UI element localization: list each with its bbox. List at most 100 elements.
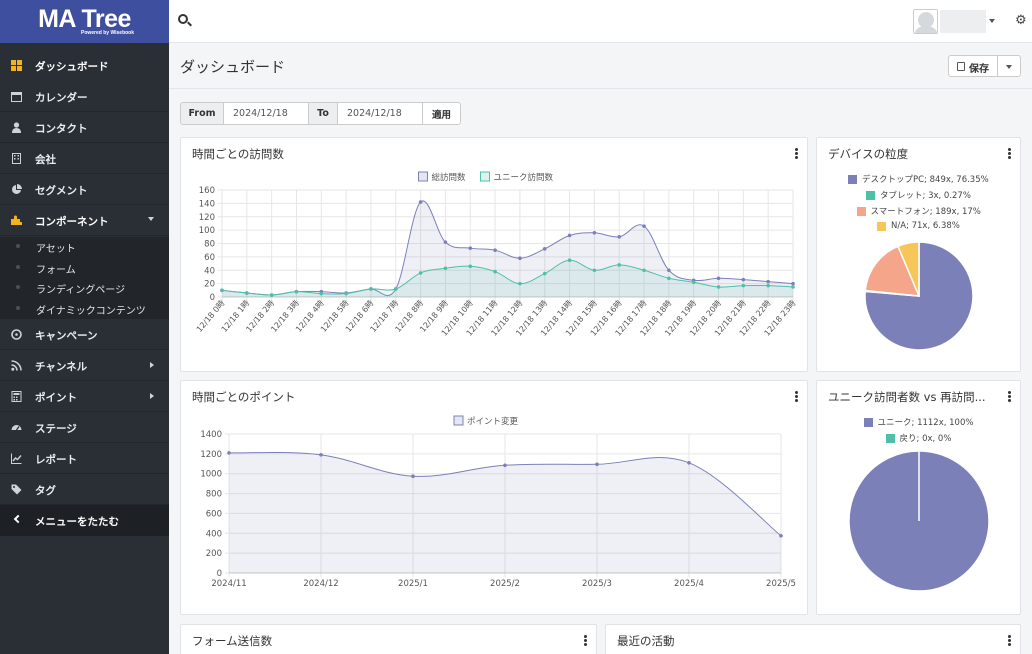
sidebar-item-label: カレンダー: [35, 92, 88, 104]
kebab-menu-icon[interactable]: [1008, 635, 1011, 646]
data-point: [468, 264, 473, 269]
gear-icon[interactable]: ⚙: [1015, 13, 1027, 29]
sidebar-item-segments[interactable]: セグメント: [0, 174, 169, 205]
save-dropdown-toggle[interactable]: [998, 55, 1021, 77]
sidebar-item-campaigns[interactable]: キャンペーン: [0, 319, 169, 350]
x-tick-label: 2025/4: [674, 579, 704, 589]
tachometer-icon: [11, 425, 22, 431]
app-root: MA Tree Powered by Wisebook ダッシュボード カレンダ…: [0, 0, 1032, 654]
unique-pie-chart: [848, 450, 990, 592]
sidebar-item-calendar[interactable]: カレンダー: [0, 81, 169, 112]
points-chart: 0 200 400 600 800 1000 1200 1400 2024/11 2024/12 2…: [200, 415, 796, 589]
bullet-icon: [16, 306, 20, 310]
y-tick-label: 1000: [200, 470, 222, 480]
logo[interactable]: MA Tree Powered by Wisebook: [0, 0, 169, 43]
user-icon: [12, 122, 21, 133]
y-tick-label: 0: [210, 293, 215, 303]
building-icon: [12, 153, 21, 164]
data-point: [542, 271, 547, 276]
to-label: To: [309, 102, 338, 125]
sidebar-item-stages[interactable]: ステージ: [0, 412, 169, 443]
data-point: [319, 453, 323, 457]
apply-button[interactable]: 適用: [423, 102, 461, 125]
data-point: [691, 280, 696, 285]
sidebar-item-companies[interactable]: 会社: [0, 143, 169, 174]
data-point: [766, 279, 770, 284]
sidebar-item-points[interactable]: ポイント: [0, 381, 169, 412]
dashboard-icon: [11, 60, 22, 71]
clock-icon: [11, 329, 22, 340]
sidebar-subitem-landing-pages[interactable]: ランディングページ: [0, 278, 169, 298]
sidebar: MA Tree Powered by Wisebook ダッシュボード カレンダ…: [0, 0, 169, 654]
data-point: [493, 269, 497, 274]
y-tick-label: 800: [206, 490, 222, 500]
sidebar-item-label: コンタクト: [35, 123, 88, 135]
sidebar-item-label: 会社: [35, 154, 56, 166]
chevron-right-icon: [150, 362, 154, 368]
caret-down-icon[interactable]: [989, 19, 995, 23]
sidebar-subitem-assets[interactable]: アセット: [0, 237, 169, 257]
data-point: [443, 266, 448, 271]
search-icon[interactable]: [178, 14, 188, 24]
to-date-input[interactable]: 2024/12/18: [338, 102, 423, 125]
sidebar-item-channels[interactable]: チャンネル: [0, 350, 169, 381]
user-menu[interactable]: [940, 10, 986, 33]
avatar[interactable]: [913, 9, 938, 34]
chevron-left-icon: [13, 514, 23, 524]
bullet-icon: [16, 265, 20, 269]
from-date-input[interactable]: 2024/12/18: [224, 102, 309, 125]
sidebar-item-label: セグメント: [35, 185, 88, 197]
data-point: [245, 291, 249, 295]
data-point: [617, 263, 622, 267]
data-point: [642, 268, 646, 273]
x-tick-label: 2025/5: [766, 579, 796, 589]
logo-text: MA Tree: [38, 5, 131, 33]
sidebar-item-components[interactable]: コンポーネント: [0, 205, 169, 236]
data-point: [344, 291, 348, 296]
sidebar-subitem-label: フォーム: [36, 265, 76, 276]
panel-title: フォーム送信数: [192, 634, 273, 648]
kebab-menu-icon[interactable]: [584, 635, 587, 646]
sidebar-item-dashboard[interactable]: ダッシュボード: [0, 50, 169, 81]
puzzle-icon: [11, 215, 22, 225]
chevron-right-icon: [150, 393, 154, 399]
data-point: [567, 233, 572, 238]
device-pie-chart: [864, 241, 974, 351]
data-point: [791, 281, 795, 286]
y-tick-label: 200: [206, 549, 222, 559]
data-point: [567, 258, 572, 263]
sidebar-item-reports[interactable]: レポート: [0, 443, 169, 474]
points-panel: 時間ごとのポイント 0 200 400 600 800 1000 1200 1400 2024/…: [180, 380, 808, 615]
sidebar-item-label: タグ: [35, 485, 56, 497]
sidebar-item-label: コンポーネント: [35, 216, 109, 228]
data-point: [595, 462, 599, 467]
data-point: [369, 287, 373, 291]
sidebar-subitem-dynamic-content[interactable]: ダイナミックコンテンツ: [0, 299, 169, 319]
sidebar-item-contacts[interactable]: コンタクト: [0, 112, 169, 143]
y-tick-label: 160: [199, 186, 215, 196]
data-point: [592, 231, 597, 235]
sidebar-subitem-label: ランディングページ: [36, 285, 126, 296]
data-point: [294, 289, 299, 294]
save-button[interactable]: 保存: [948, 55, 998, 77]
y-tick-label: 60: [204, 253, 215, 263]
data-point: [542, 247, 547, 251]
bullet-icon: [16, 285, 20, 289]
pie-chart-icon: [12, 184, 22, 194]
data-point: [518, 281, 522, 286]
save-button-label: 保存: [969, 64, 989, 75]
y-tick-label: 400: [206, 529, 222, 539]
data-point: [269, 293, 274, 297]
legend-swatch: [453, 415, 464, 426]
collapse-menu-button[interactable]: メニューをたたむ: [0, 505, 169, 536]
sidebar-item-label: ポイント: [35, 392, 77, 404]
panel-title: 最近の活動: [617, 634, 675, 648]
sidebar-item-tags[interactable]: タグ: [0, 474, 169, 505]
sidebar-item-label: レポート: [35, 454, 77, 466]
legend-swatch: [480, 171, 490, 182]
sidebar-item-label: チャンネル: [35, 361, 88, 373]
sidebar-subitem-forms[interactable]: フォーム: [0, 258, 169, 278]
line-chart-icon: [11, 453, 22, 464]
data-point: [411, 474, 415, 478]
data-point: [667, 276, 671, 281]
